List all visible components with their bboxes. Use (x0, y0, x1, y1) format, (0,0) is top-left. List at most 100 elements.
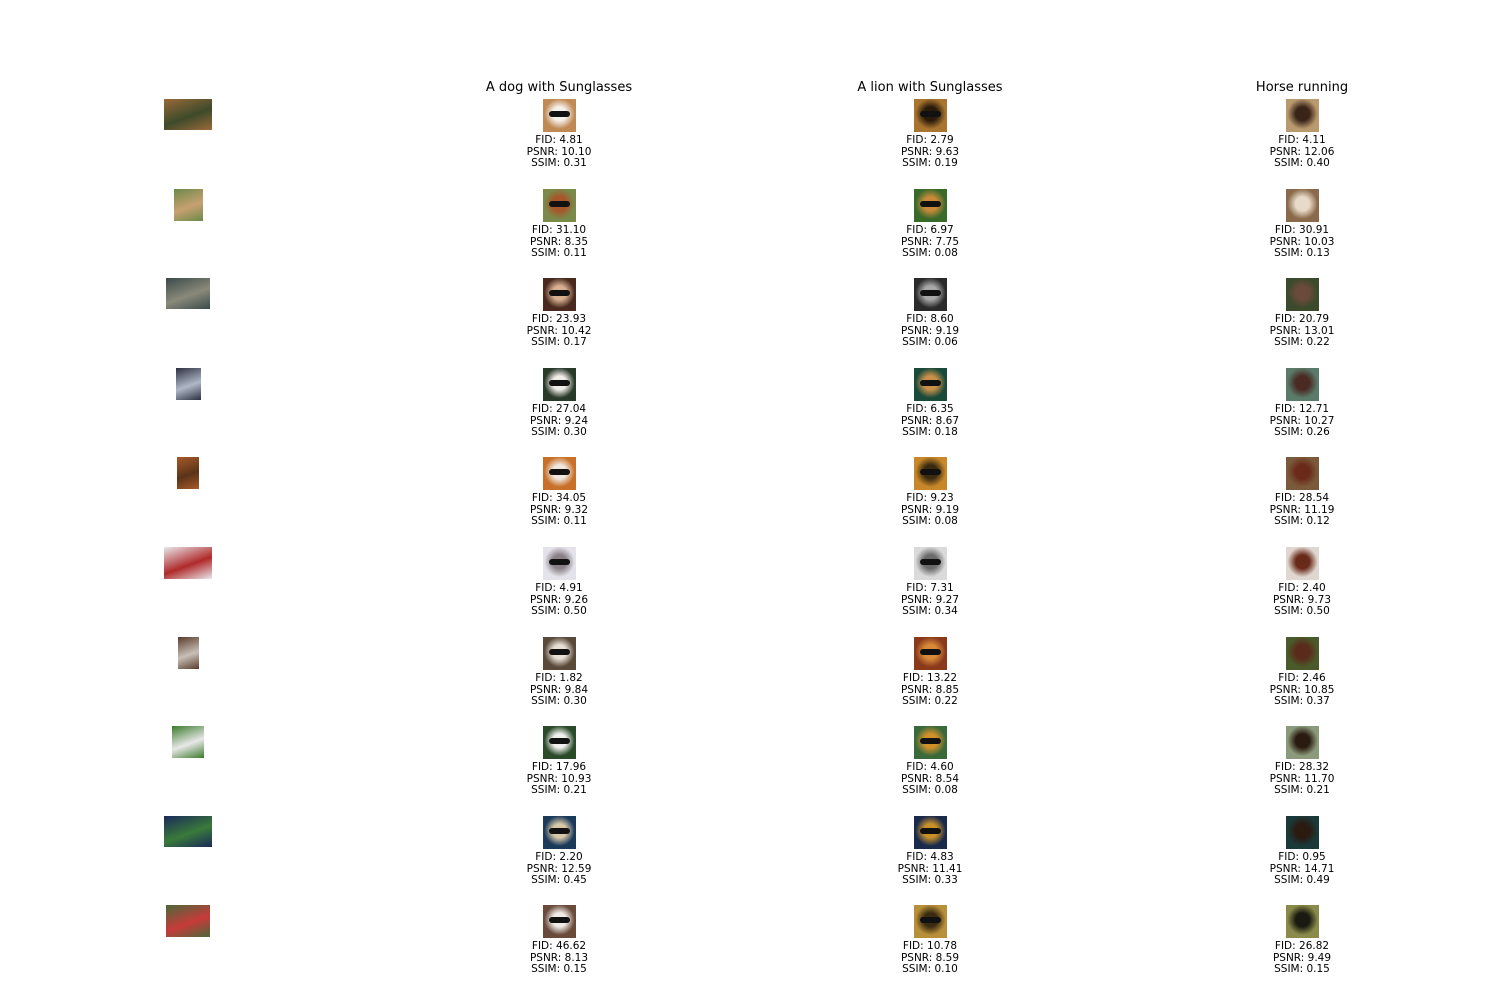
fid-value: FID: 4.81 (535, 134, 583, 146)
fid-value: FID: 9.23 (906, 492, 954, 504)
fid-value: FID: 4.60 (906, 761, 954, 773)
subject-detail (920, 559, 941, 565)
subject-detail (549, 738, 570, 744)
metrics-label: FID: 2.40 PSNR: 9.73 SSIM: 0.50 (1222, 582, 1382, 618)
ssim-value: SSIM: 0.11 (531, 515, 587, 527)
metrics-label: FID: 4.81 PSNR: 10.10 SSIM: 0.31 (479, 134, 639, 170)
source-image (166, 905, 210, 937)
ssim-value: SSIM: 0.15 (1274, 963, 1330, 975)
ssim-value: SSIM: 0.50 (1274, 605, 1330, 617)
generated-image (1286, 905, 1319, 938)
ssim-value: SSIM: 0.15 (531, 963, 587, 975)
generated-image (543, 99, 576, 132)
generated-image (543, 189, 576, 222)
subject-detail (920, 111, 941, 117)
generated-image (914, 189, 947, 222)
metrics-label: FID: 0.95 PSNR: 14.71 SSIM: 0.49 (1222, 851, 1382, 887)
ssim-value: SSIM: 0.12 (1274, 515, 1330, 527)
metrics-label: FID: 26.82 PSNR: 9.49 SSIM: 0.15 (1222, 940, 1382, 976)
generated-image (1286, 816, 1319, 849)
source-image (164, 99, 212, 130)
ssim-value: SSIM: 0.08 (902, 515, 958, 527)
fid-value: FID: 10.78 (902, 940, 958, 952)
fid-value: FID: 8.60 (906, 313, 954, 325)
source-image (172, 726, 204, 758)
generated-image (1286, 189, 1319, 222)
generated-image (914, 368, 947, 401)
source-image (175, 368, 201, 400)
generated-image (543, 457, 576, 490)
metrics-label: FID: 23.93 PSNR: 10.42 SSIM: 0.17 (479, 313, 639, 349)
fid-value: FID: 6.97 (906, 224, 954, 236)
metrics-label: FID: 46.62 PSNR: 8.13 SSIM: 0.15 (479, 940, 639, 976)
ssim-value: SSIM: 0.21 (531, 784, 587, 796)
ssim-value: SSIM: 0.49 (1274, 874, 1330, 886)
metrics-label: FID: 2.46 PSNR: 10.85 SSIM: 0.37 (1222, 672, 1382, 708)
metrics-label: FID: 30.91 PSNR: 10.03 SSIM: 0.13 (1222, 224, 1382, 260)
fid-value: FID: 28.32 (1274, 761, 1330, 773)
subject-detail (1292, 201, 1313, 207)
generated-image (543, 726, 576, 759)
generated-image (1286, 726, 1319, 759)
subject-detail (1292, 111, 1313, 117)
subject-detail (1292, 559, 1313, 565)
ssim-value: SSIM: 0.45 (531, 874, 587, 886)
source-image (164, 816, 212, 847)
generated-image (914, 726, 947, 759)
fid-value: FID: 7.31 (906, 582, 954, 594)
ssim-value: SSIM: 0.50 (531, 605, 587, 617)
generated-image (1286, 278, 1319, 311)
ssim-value: SSIM: 0.33 (902, 874, 958, 886)
generated-image (1286, 368, 1319, 401)
generated-image (914, 905, 947, 938)
subject-detail (549, 917, 570, 923)
metrics-label: FID: 4.11 PSNR: 12.06 SSIM: 0.40 (1222, 134, 1382, 170)
subject-detail (1292, 649, 1313, 655)
metrics-label: FID: 13.22 PSNR: 8.85 SSIM: 0.22 (850, 672, 1010, 708)
ssim-value: SSIM: 0.30 (531, 426, 587, 438)
metrics-label: FID: 10.78 PSNR: 8.59 SSIM: 0.10 (850, 940, 1010, 976)
metrics-label: FID: 2.79 PSNR: 9.63 SSIM: 0.19 (850, 134, 1010, 170)
subject-detail (1292, 828, 1313, 834)
ssim-value: SSIM: 0.37 (1274, 695, 1330, 707)
subject-detail (920, 828, 941, 834)
subject-detail (549, 111, 570, 117)
subject-detail (549, 828, 570, 834)
metrics-label: FID: 4.60 PSNR: 8.54 SSIM: 0.08 (850, 761, 1010, 797)
fid-value: FID: 31.10 (531, 224, 587, 236)
ssim-value: SSIM: 0.08 (902, 247, 958, 259)
source-image (166, 278, 210, 309)
fid-value: FID: 20.79 (1274, 313, 1330, 325)
metrics-label: FID: 6.35 PSNR: 8.67 SSIM: 0.18 (850, 403, 1010, 439)
ssim-value: SSIM: 0.19 (902, 157, 958, 169)
subject-detail (549, 559, 570, 565)
fid-value: FID: 4.83 (906, 851, 954, 863)
metrics-label: FID: 2.20 PSNR: 12.59 SSIM: 0.45 (479, 851, 639, 887)
fid-value: FID: 30.91 (1274, 224, 1330, 236)
fid-value: FID: 28.54 (1274, 492, 1330, 504)
generated-image (1286, 99, 1319, 132)
generated-image (1286, 637, 1319, 670)
source-image (164, 547, 212, 579)
generated-image (914, 457, 947, 490)
ssim-value: SSIM: 0.40 (1274, 157, 1330, 169)
ssim-value: SSIM: 0.31 (531, 157, 587, 169)
ssim-value: SSIM: 0.06 (902, 336, 958, 348)
subject-detail (549, 649, 570, 655)
subject-detail (920, 738, 941, 744)
ssim-value: SSIM: 0.18 (902, 426, 958, 438)
generated-image (914, 278, 947, 311)
metrics-label: FID: 6.97 PSNR: 7.75 SSIM: 0.08 (850, 224, 1010, 260)
generated-image (914, 547, 947, 580)
subject-detail (549, 201, 570, 207)
fid-value: FID: 0.95 (1278, 851, 1326, 863)
subject-detail (549, 469, 570, 475)
generated-image (1286, 547, 1319, 580)
fid-value: FID: 4.91 (535, 582, 583, 594)
subject-detail (920, 917, 941, 923)
ssim-value: SSIM: 0.34 (902, 605, 958, 617)
fid-value: FID: 26.82 (1274, 940, 1330, 952)
fid-value: FID: 34.05 (531, 492, 587, 504)
ssim-value: SSIM: 0.22 (902, 695, 958, 707)
subject-detail (1292, 917, 1313, 923)
